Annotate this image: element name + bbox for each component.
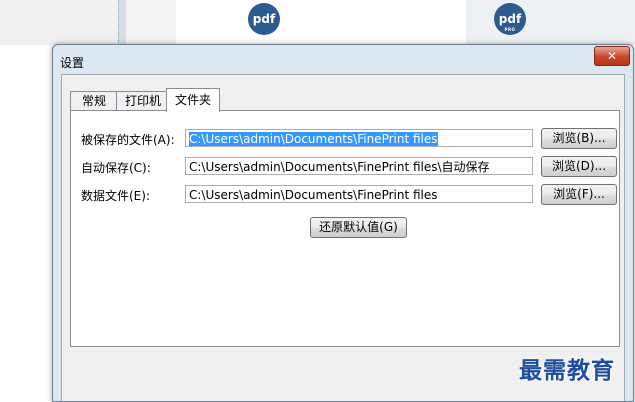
background-content (176, 0, 466, 45)
data-files-path-text: C:\Users\admin\Documents\FinePrint files (189, 188, 438, 202)
pdf-pro-app-icon[interactable]: pdf PRO (494, 3, 526, 35)
tab-printer[interactable]: 打印机 (116, 91, 170, 111)
pdf-icon-label: pdf (252, 12, 276, 26)
tab-folders[interactable]: 文件夹 (166, 88, 220, 112)
tab-general[interactable]: 常规 (70, 91, 118, 111)
background-panel (0, 0, 118, 45)
pdf-pro-icon-sub: PRO (504, 27, 516, 32)
autosave-path-text: C:\Users\admin\Documents\FinePrint files… (189, 160, 490, 174)
autosave-label: 自动保存(C): (81, 161, 151, 175)
pdf-pro-icon-label: pdf (498, 12, 522, 26)
folders-tab-pane: 被保存的文件(A): C:\Users\admin\Documents\Fine… (70, 110, 620, 347)
background-column (126, 0, 177, 45)
saved-files-label: 被保存的文件(A): (81, 133, 175, 147)
autosave-path-input[interactable]: C:\Users\admin\Documents\FinePrint files… (185, 157, 533, 175)
settings-dialog: 设置 ✕ 常规 打印机 文件夹 被保存的文件(A): C:\Users\admi… (52, 44, 634, 402)
browse-autosave-button[interactable]: 浏览(D)... (541, 156, 617, 177)
background-content-right (466, 0, 635, 45)
pdf-app-icon[interactable]: pdf (248, 3, 280, 35)
browse-saved-files-button[interactable]: 浏览(B)... (541, 128, 617, 149)
data-files-label: 数据文件(E): (81, 189, 150, 203)
browse-data-files-button[interactable]: 浏览(F)... (541, 184, 617, 205)
title-bar[interactable]: 设置 ✕ (53, 45, 633, 75)
watermark-logo: 最需教育 (519, 357, 615, 384)
restore-defaults-button[interactable]: 还原默认值(G) (310, 217, 407, 238)
saved-files-path-input[interactable]: C:\Users\admin\Documents\FinePrint files (185, 129, 533, 147)
close-icon: ✕ (606, 49, 618, 63)
dialog-title: 设置 (60, 56, 85, 70)
dialog-client-area: 常规 打印机 文件夹 被保存的文件(A): C:\Users\admin\Doc… (61, 74, 625, 401)
saved-files-path-text: C:\Users\admin\Documents\FinePrint files (189, 132, 438, 146)
close-button[interactable]: ✕ (594, 46, 630, 66)
data-files-path-input[interactable]: C:\Users\admin\Documents\FinePrint files (185, 185, 533, 203)
